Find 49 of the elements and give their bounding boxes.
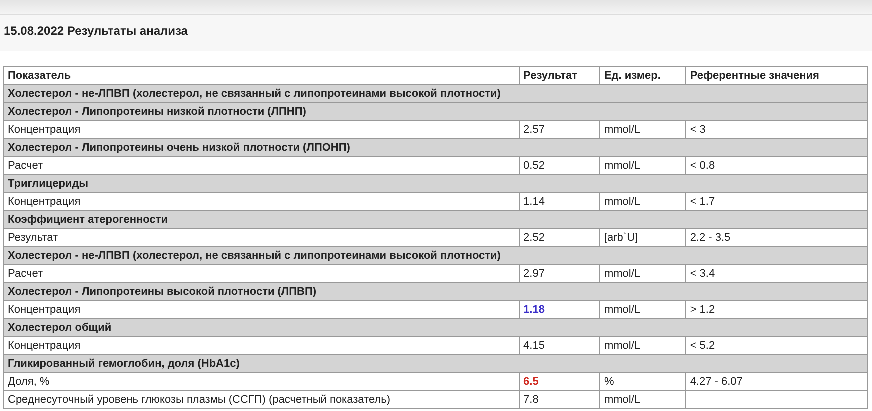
column-header: Показатель: [4, 66, 520, 84]
table-cell: Концентрация: [4, 120, 520, 138]
table-cell: 2.2 - 3.5: [686, 228, 868, 246]
result-value: 4.15: [524, 340, 545, 352]
table-cell: mmol/L: [600, 390, 686, 408]
group-header: Холестерол - Липопротеины низкой плотности (ЛПНП): [4, 102, 868, 120]
table-cell: Доля, %: [4, 372, 520, 390]
table-cell: < 0.8: [686, 156, 868, 174]
group-header: Триглицериды: [4, 174, 868, 192]
result-value: 1.14: [524, 196, 545, 208]
table-cell: < 1.7: [686, 192, 868, 210]
group-header: Гликированный гемоглобин, доля (HbA1c): [4, 354, 868, 372]
column-header: Референтные значения: [686, 66, 868, 84]
group-header: Холестерол - Липопротеины высокой плотности (ЛПВП): [4, 282, 868, 300]
group-header: Холестерол - Липопротеины очень низкой плотности (ЛПОНП): [4, 138, 868, 156]
column-header: Результат: [519, 66, 600, 84]
group-header: Холестерол - не-ЛПВП (холестерол, не связанный с липопротеинами высокой плотности): [4, 84, 868, 102]
result-value: 1.18: [524, 304, 545, 316]
result-value: 2.52: [524, 232, 545, 244]
table-cell: mmol/L: [600, 192, 686, 210]
group-header: Холестерол - не-ЛПВП (холестерол, не связанный с липопротеинами высокой плотности): [4, 246, 868, 264]
group-header: Коэффициент атерогенности: [4, 210, 868, 228]
table-cell: %: [600, 372, 686, 390]
column-header: Ед. измер.: [600, 66, 686, 84]
result-value: 2.57: [524, 124, 545, 136]
table-cell: Расчет: [4, 264, 520, 282]
table-cell: mmol/L: [600, 120, 686, 138]
table-cell: > 1.2: [686, 300, 868, 318]
result-value: 2.97: [524, 268, 545, 280]
table-cell: Концентрация: [4, 336, 520, 354]
table-cell: Результат: [4, 228, 520, 246]
result-value: 6.5: [524, 376, 539, 388]
table-cell: < 3: [686, 120, 868, 138]
table-cell: Расчет: [4, 156, 520, 174]
table-cell: mmol/L: [600, 300, 686, 318]
table-cell: mmol/L: [600, 336, 686, 354]
result-value: 7.8: [524, 394, 539, 406]
table-cell: < 3.4: [686, 264, 868, 282]
result-value: 0.52: [524, 160, 545, 172]
table-cell: Концентрация: [4, 192, 520, 210]
page-title: 15.08.2022 Результаты анализа: [4, 24, 188, 38]
table-cell: Концентрация: [4, 300, 520, 318]
table-cell: [arb`U]: [600, 228, 686, 246]
table-cell: Среднесуточный уровень глюкозы плазмы (ССГП) (расчетный показатель): [4, 390, 520, 408]
group-header: Холестерол общий: [4, 318, 868, 336]
table-cell: 4.27 - 6.07: [686, 372, 868, 390]
table-cell: mmol/L: [600, 156, 686, 174]
table-cell: mmol/L: [600, 264, 686, 282]
table-cell: < 5.2: [686, 336, 868, 354]
